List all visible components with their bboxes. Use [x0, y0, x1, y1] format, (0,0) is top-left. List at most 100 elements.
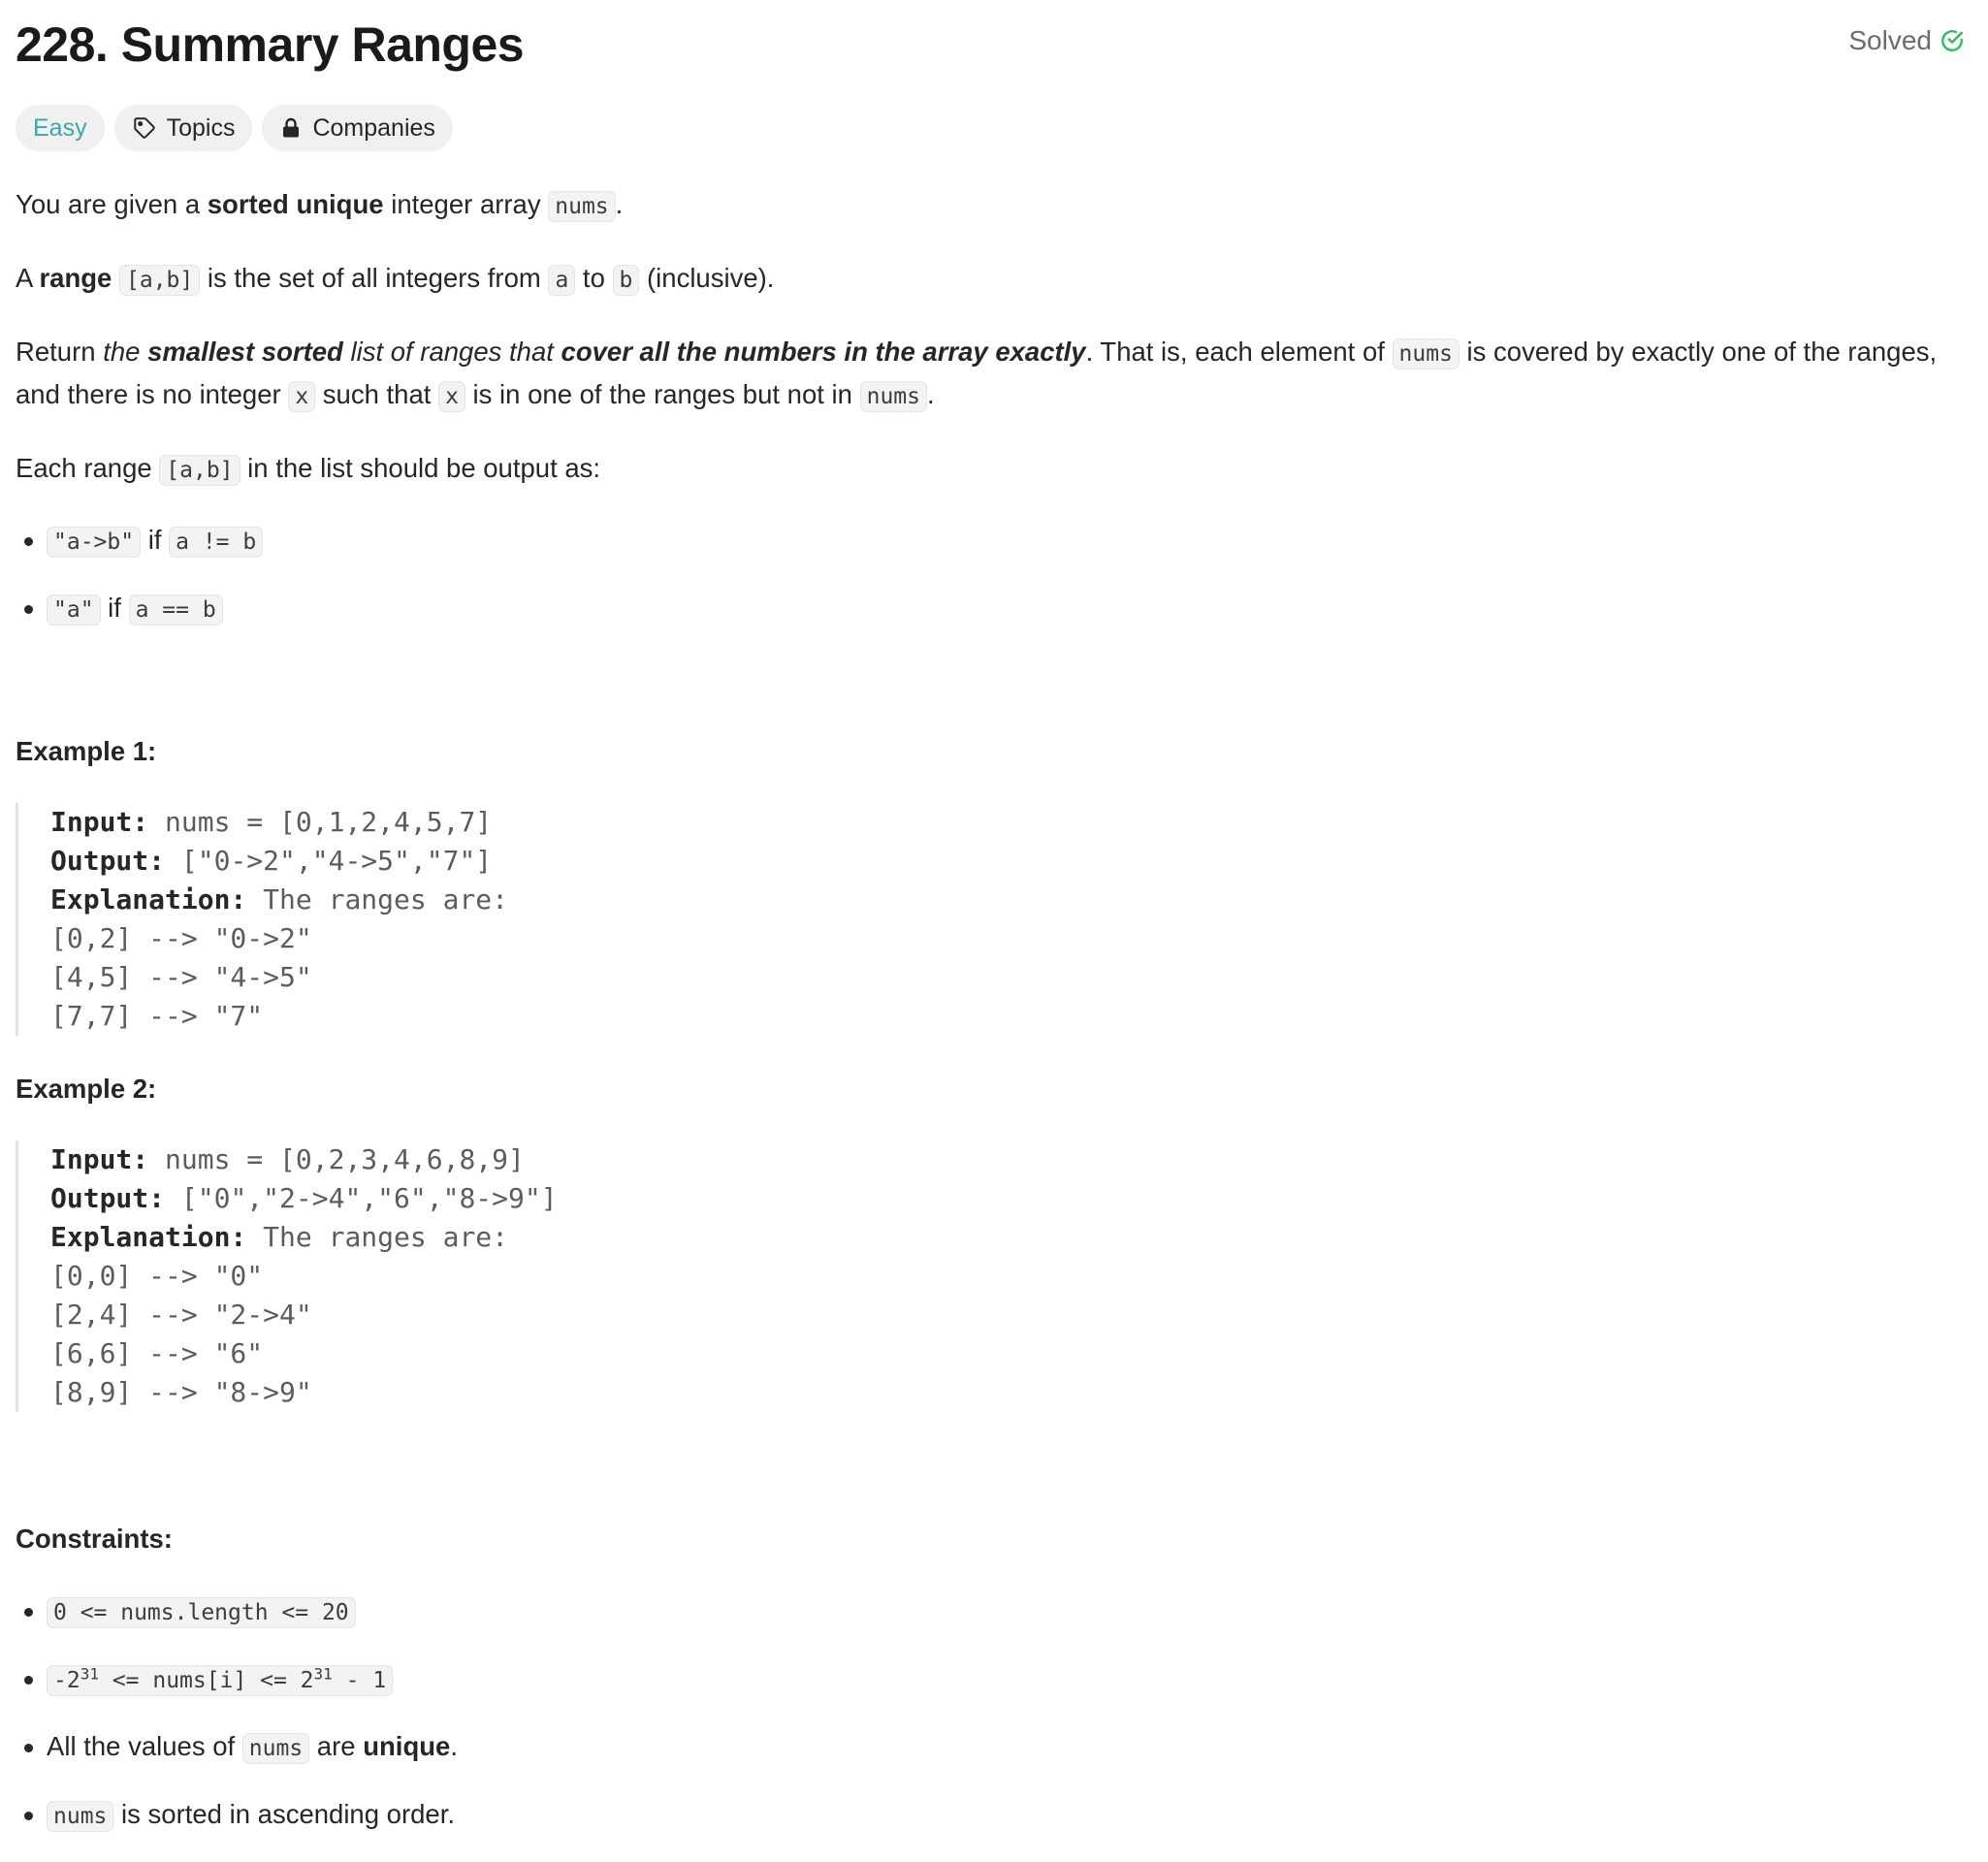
- explanation-line: [8,9] --> "8->9": [50, 1376, 312, 1408]
- problem-title: 228. Summary Ranges: [16, 17, 525, 72]
- text: if: [141, 525, 170, 555]
- difficulty-badge: Easy: [16, 105, 105, 151]
- text: to: [575, 263, 613, 293]
- text: [112, 263, 119, 293]
- text: .: [926, 379, 935, 409]
- text: Return: [16, 337, 104, 367]
- explanation-line: [6,6] --> "6": [50, 1337, 264, 1369]
- description-paragraph-4: Each range [a,b] in the list should be o…: [16, 448, 1965, 491]
- text: if: [100, 593, 129, 623]
- tag-icon: [132, 115, 157, 141]
- inline-code: x: [438, 381, 465, 412]
- problem-description: 228. Summary Ranges Solved Easy Topics C…: [16, 0, 1965, 1862]
- inline-code: nums: [548, 191, 616, 222]
- list-item: -231 <= nums[i] <= 231 - 1: [24, 1658, 1965, 1701]
- inline-code: "a": [47, 594, 101, 626]
- list-item: All the values of nums are unique.: [24, 1726, 1965, 1769]
- description-paragraph-2: A range [a,b] is the set of all integers…: [16, 258, 1965, 301]
- input-label: Input:: [50, 806, 149, 838]
- text: is the set of all integers from: [200, 263, 549, 293]
- output-value: ["0->2","4->5","7"]: [165, 845, 493, 877]
- text: (inclusive).: [639, 263, 775, 293]
- input-value: nums = [0,1,2,4,5,7]: [148, 806, 493, 838]
- bold-text: unique: [363, 1731, 451, 1761]
- italic-text: the: [103, 337, 148, 367]
- check-circle-icon: [1940, 28, 1965, 53]
- inline-code: a: [548, 265, 576, 296]
- explanation-line: [0,2] --> "0->2": [50, 922, 312, 954]
- code-text: -2: [53, 1668, 80, 1693]
- bold-text: sorted unique: [207, 189, 384, 219]
- text: are: [309, 1731, 364, 1761]
- bold-text: range: [39, 263, 112, 293]
- inline-code: nums: [241, 1733, 310, 1764]
- explanation-value: The ranges are:: [246, 1221, 509, 1253]
- text: . That is, each element of: [1085, 337, 1393, 367]
- inline-code: nums: [1392, 338, 1459, 369]
- list-item: nums is sorted in ascending order.: [24, 1794, 1965, 1837]
- example-block: Input: nums = [0,2,3,4,6,8,9] Output: ["…: [16, 1140, 1965, 1412]
- title-row: 228. Summary Ranges Solved: [16, 0, 1965, 87]
- inline-code: "a->b": [47, 527, 142, 558]
- example-heading: Example 2:: [16, 1074, 157, 1104]
- italic-text: list of ranges that: [342, 337, 561, 367]
- input-label: Input:: [50, 1143, 149, 1175]
- solved-label: Solved: [1848, 25, 1932, 55]
- inline-code: x: [288, 381, 316, 412]
- explanation-line: [2,4] --> "2->4": [50, 1299, 312, 1331]
- inline-code: 0 <= nums.length <= 20: [47, 1597, 356, 1628]
- list-item: "a->b" if a != b: [24, 520, 1965, 562]
- topics-button[interactable]: Topics: [113, 105, 253, 151]
- output-format-list: "a->b" if a != b "a" if a == b: [16, 520, 1965, 630]
- exponent: 31: [80, 1664, 99, 1684]
- exponent: 31: [313, 1664, 333, 1684]
- companies-button[interactable]: Companies: [262, 105, 453, 151]
- text: .: [615, 189, 624, 219]
- output-label: Output:: [50, 1182, 166, 1214]
- constraints-heading: Constraints:: [16, 1524, 173, 1554]
- companies-label: Companies: [312, 113, 435, 142]
- description-paragraph-3: Return the smallest sorted list of range…: [16, 332, 1965, 417]
- input-value: nums = [0,2,3,4,6,8,9]: [148, 1143, 525, 1175]
- example-2: Example 2: Input: nums = [0,2,3,4,6,8,9]…: [16, 1069, 1965, 1412]
- code-text: <= nums[i] <= 2: [98, 1668, 314, 1693]
- text: All the values of: [47, 1731, 242, 1761]
- inline-code: b: [612, 265, 640, 296]
- inline-code: nums: [47, 1801, 114, 1832]
- inline-code: nums: [859, 381, 927, 412]
- text: You are given a: [16, 189, 208, 219]
- example-heading: Example 1:: [16, 736, 157, 766]
- solved-status: Solved: [1848, 25, 1965, 56]
- text: in the list should be output as:: [240, 453, 601, 483]
- constraints-list: 0 <= nums.length <= 20 -231 <= nums[i] <…: [16, 1590, 1965, 1837]
- inline-code: a == b: [128, 594, 223, 626]
- inline-code: [a,b]: [159, 455, 240, 486]
- text: is sorted in ascending order.: [113, 1799, 455, 1829]
- explanation-value: The ranges are:: [246, 883, 509, 915]
- output-label: Output:: [50, 845, 166, 877]
- explanation-line: [0,0] --> "0": [50, 1260, 264, 1292]
- constraints-section: Constraints: 0 <= nums.length <= 20 -231…: [16, 1519, 1965, 1837]
- explanation-label: Explanation:: [50, 1221, 247, 1253]
- code-text: - 1: [332, 1668, 387, 1693]
- tag-bar: Easy Topics Companies: [16, 105, 1965, 151]
- lock-icon: [279, 116, 303, 140]
- inline-code: -231 <= nums[i] <= 231 - 1: [47, 1664, 394, 1696]
- bold-italic-text: cover all the numbers in the array exact…: [561, 337, 1086, 367]
- text: Each range: [16, 453, 160, 483]
- difficulty-label: Easy: [33, 113, 87, 142]
- text: integer array: [383, 189, 549, 219]
- example-block: Input: nums = [0,1,2,4,5,7] Output: ["0-…: [16, 803, 1965, 1036]
- description-paragraph-1: You are given a sorted unique integer ar…: [16, 184, 1965, 227]
- list-item: "a" if a == b: [24, 588, 1965, 630]
- text: is in one of the ranges but not in: [465, 379, 860, 409]
- explanation-line: [4,5] --> "4->5": [50, 961, 312, 993]
- list-item: 0 <= nums.length <= 20: [24, 1590, 1965, 1633]
- problem-content: You are given a sorted unique integer ar…: [16, 184, 1965, 1837]
- example-1: Example 1: Input: nums = [0,1,2,4,5,7] O…: [16, 731, 1965, 1036]
- text: .: [450, 1731, 458, 1761]
- explanation-label: Explanation:: [50, 883, 247, 915]
- bold-italic-text: smallest sorted: [147, 337, 343, 367]
- explanation-line: [7,7] --> "7": [50, 1000, 264, 1032]
- text: such that: [315, 379, 439, 409]
